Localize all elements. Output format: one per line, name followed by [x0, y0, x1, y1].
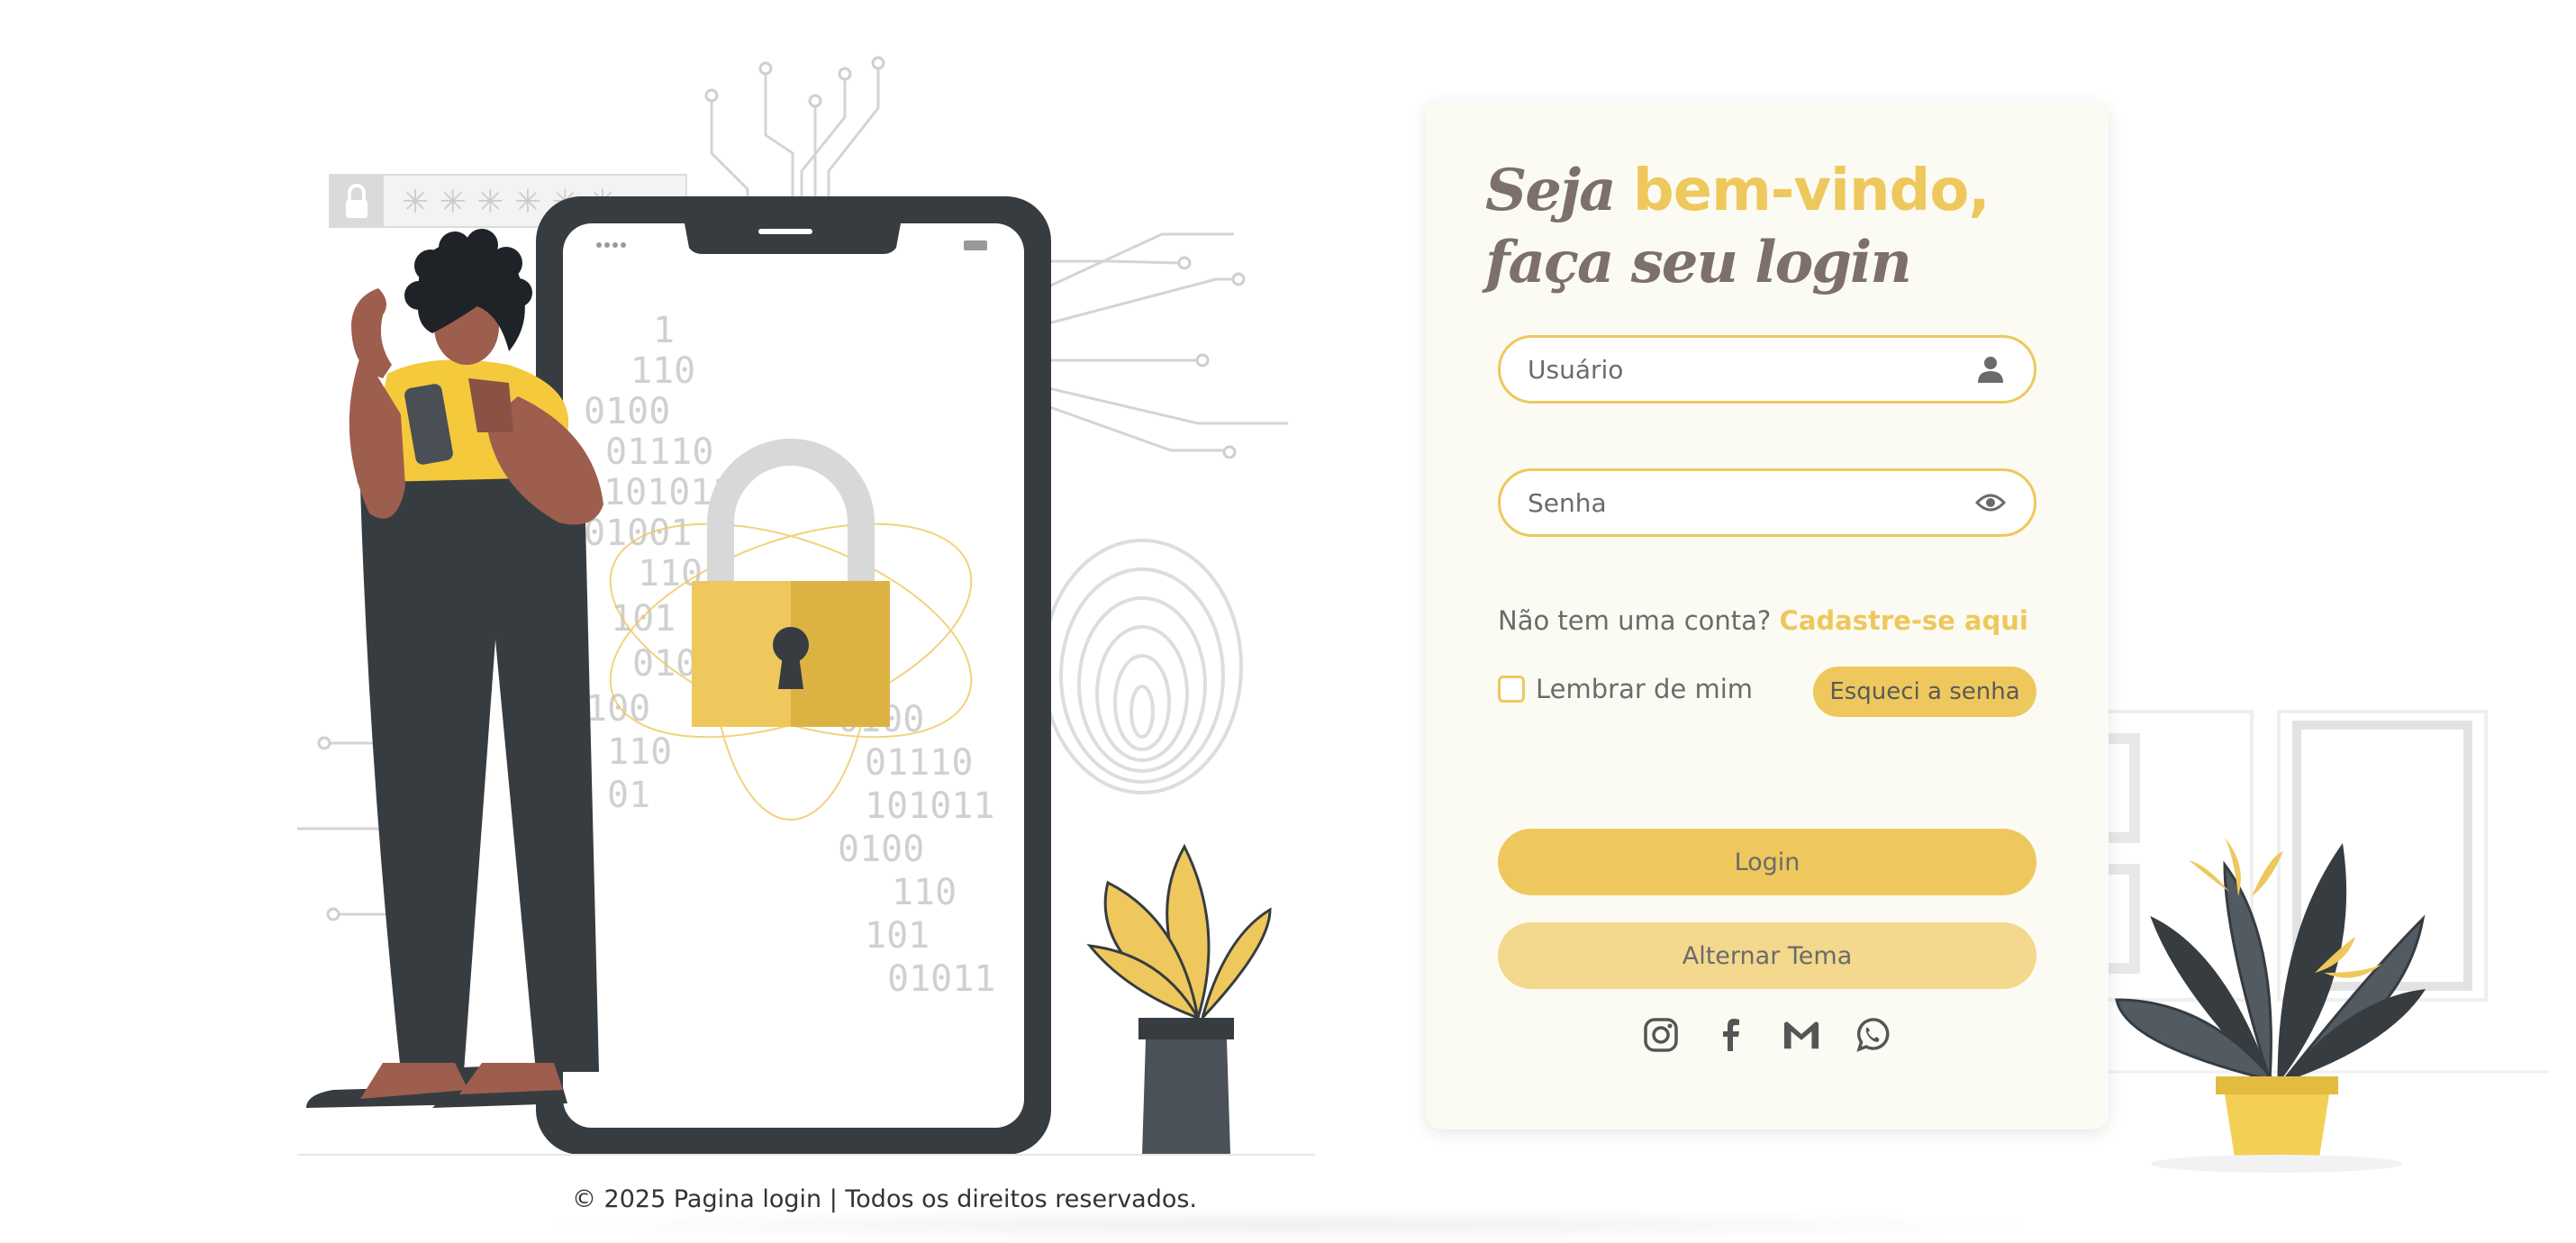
eye-icon[interactable] [1973, 485, 2009, 521]
title-subline: faça seu login [1485, 229, 1912, 296]
instagram-icon[interactable] [1642, 1016, 1680, 1054]
signup-prompt: Não tem uma conta? Cadastre-se aqui [1498, 605, 2028, 636]
remember-checkbox[interactable] [1498, 676, 1525, 703]
svg-text:0100: 0100 [584, 391, 670, 432]
svg-text:01001: 01001 [584, 513, 692, 554]
svg-text:101: 101 [611, 598, 676, 640]
whatsapp-icon[interactable] [1853, 1016, 1891, 1054]
login-button[interactable]: Login [1498, 829, 2036, 895]
password-field [1498, 468, 2036, 537]
svg-text:110: 110 [630, 350, 695, 392]
svg-text:0100: 0100 [838, 829, 924, 870]
signup-text: Não tem uma conta? [1498, 605, 1772, 636]
toggle-theme-button[interactable]: Alternar Tema [1498, 922, 2036, 989]
facebook-icon[interactable] [1712, 1016, 1750, 1054]
remember-label: Lembrar de mim [1536, 674, 1754, 704]
password-input[interactable] [1501, 470, 1973, 535]
svg-text:01110: 01110 [605, 431, 713, 473]
svg-text:1: 1 [653, 310, 675, 351]
welcome-title: Seja bem-vindo, faça seu login [1485, 155, 1991, 299]
security-illustration: ✳ ✳ ✳ ✳ ✳ ✳ 1 110 0100 01110 101011 0100… [297, 56, 1315, 1156]
plant-illustration [2045, 710, 2549, 1173]
login-card: Seja bem-vindo, faça seu login Não tem u… [1426, 101, 2109, 1130]
remember-me[interactable]: Lembrar de mim [1498, 674, 1753, 704]
gmail-icon[interactable] [1782, 1016, 1820, 1054]
title-greeting: Seja [1485, 157, 1617, 224]
svg-text:101011: 101011 [865, 785, 995, 827]
user-icon [1973, 351, 2009, 387]
svg-text:01: 01 [607, 775, 650, 816]
username-field [1498, 335, 2036, 404]
title-accent: bem-vindo, [1632, 158, 1991, 224]
svg-text:01011: 01011 [887, 958, 995, 1000]
signup-link[interactable]: Cadastre-se aqui [1780, 605, 2028, 636]
svg-text:110: 110 [892, 872, 957, 913]
svg-text:101: 101 [865, 915, 930, 957]
forgot-password-button[interactable]: Esqueci a senha [1813, 667, 2036, 717]
username-input[interactable] [1501, 337, 1973, 402]
social-links [1642, 1016, 1891, 1054]
svg-text:110: 110 [607, 731, 672, 773]
svg-text:01110: 01110 [865, 742, 973, 784]
footer-copyright: © 2025 Pagina login | Todos os direitos … [571, 1185, 1198, 1213]
